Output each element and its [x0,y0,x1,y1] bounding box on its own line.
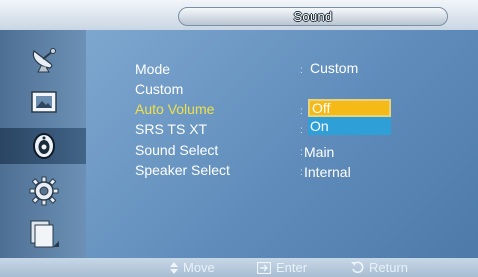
menu-item-sound-select[interactable]: Sound Select [135,142,218,158]
sidebar-item-multi-control[interactable] [18,216,70,252]
sidebar-item-input[interactable] [18,42,70,78]
speaker-select-value: Internal [304,164,351,180]
auto-volume-dropdown[interactable]: Off On [308,99,391,137]
menu-item-srs-ts-xt[interactable]: SRS TS XT [135,121,207,137]
title-pill: Sound [178,7,448,26]
menu-item-auto-volume[interactable]: Auto Volume [135,101,214,117]
sidebar-item-setup[interactable] [18,173,70,209]
footer-enter: Enter [256,260,308,275]
multi-screen-icon [30,220,59,248]
satellite-antenna-icon [32,48,56,73]
menu-item-speaker-select[interactable]: Speaker Select [135,162,230,178]
title-bar: Sound [0,0,478,30]
sidebar-item-sound[interactable] [0,128,86,164]
enter-icon [256,261,272,275]
footer-move-label: Move [183,260,215,275]
menu-item-mode[interactable]: Mode [135,61,170,77]
footer-enter-label: Enter [276,260,308,275]
menu-item-custom[interactable]: Custom [135,81,183,97]
footer-move: Move [170,260,215,275]
menu-title: Sound [293,9,333,24]
separator: : [300,147,303,158]
up-down-arrow-icon [170,262,178,274]
gear-icon [29,176,59,206]
separator: : [300,106,303,117]
separator: : [300,65,303,76]
footer-bar: Move Enter Return [0,258,478,277]
sound-select-value: Main [304,144,335,160]
mode-value: Custom [310,60,359,76]
picture-frame-icon [31,91,57,113]
return-icon [351,261,364,274]
footer-return-label: Return [369,260,409,275]
footer-return: Return [351,260,408,275]
osd-menu: Sound Mode: Custom Custom Auto Volume:… [0,0,478,277]
speaker-icon [33,133,55,159]
separator: : [300,167,303,178]
dropdown-option-off[interactable]: Off [308,99,391,117]
dropdown-option-on[interactable]: On [308,117,391,135]
separator: : [300,125,303,136]
sidebar-item-picture[interactable] [18,85,70,121]
sidebar [0,30,86,258]
main-panel: Mode : Custom Custom Auto Volume : SRS T… [86,30,478,258]
